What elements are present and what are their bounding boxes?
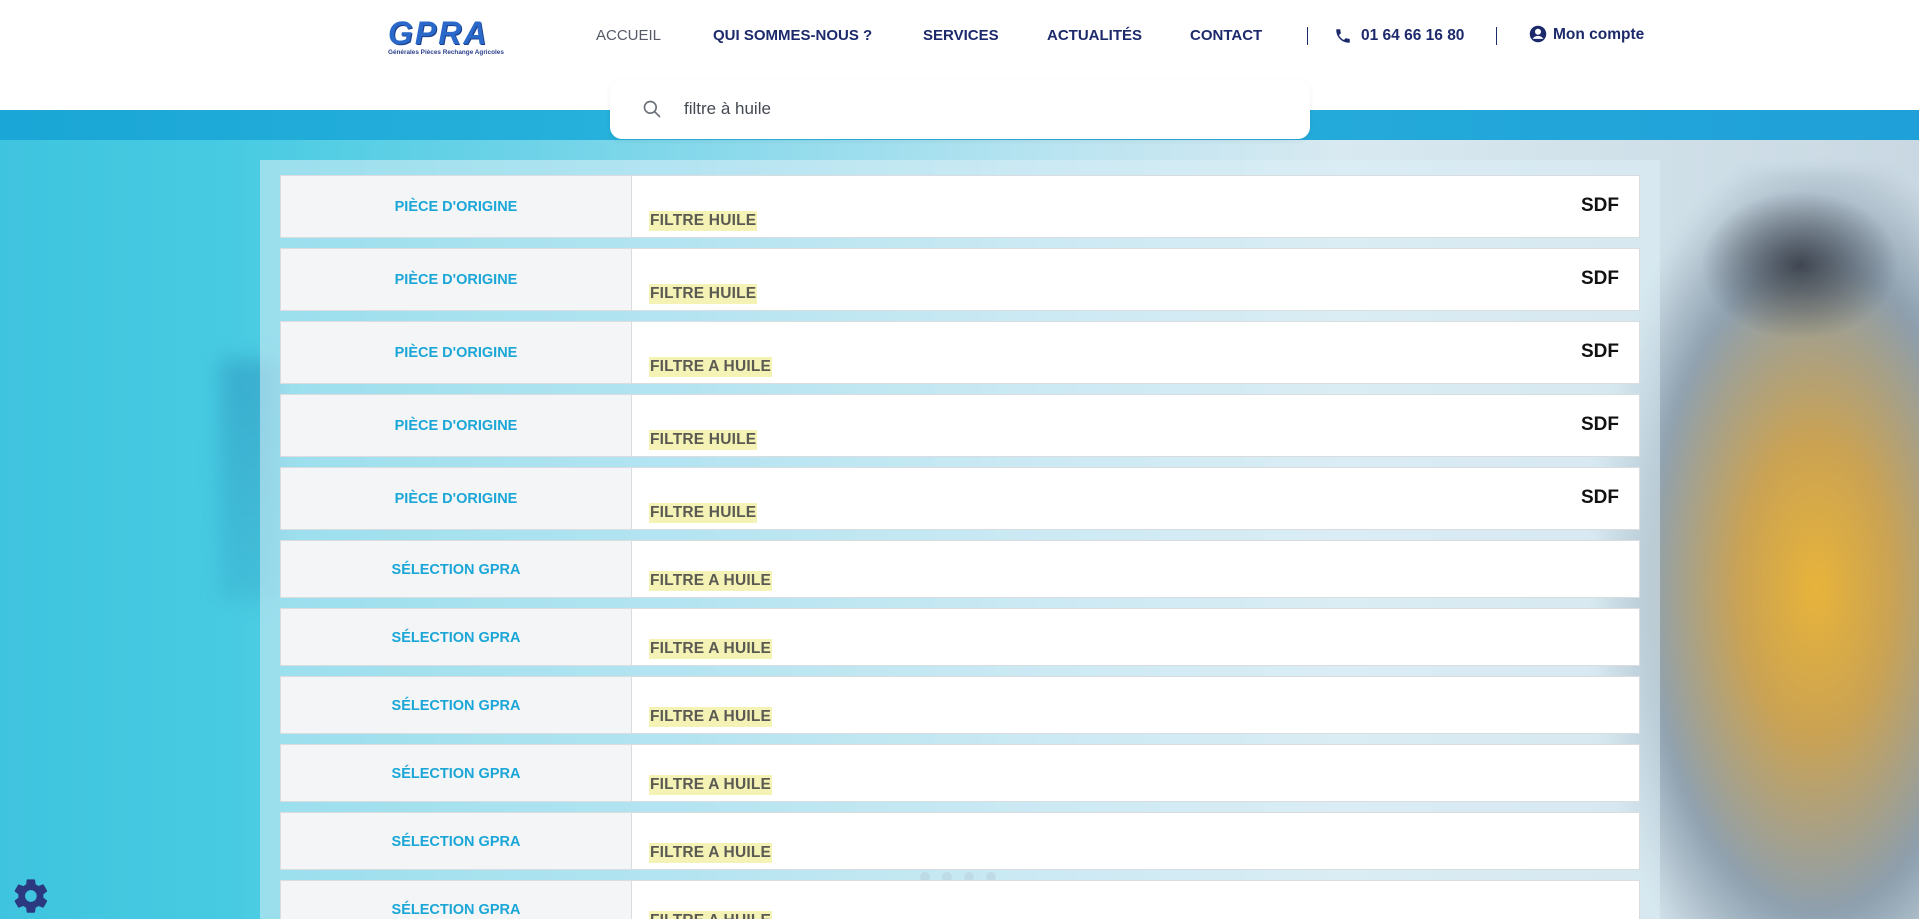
- nav-divider: [1496, 27, 1497, 45]
- result-category: PIÈCE D'ORIGINE: [281, 395, 632, 456]
- result-row[interactable]: PIÈCE D'ORIGINE FILTRE HUILE SDF: [280, 394, 1640, 457]
- result-title[interactable]: FILTRE HUILE: [649, 503, 758, 523]
- result-title[interactable]: FILTRE HUILE: [649, 284, 758, 304]
- result-title[interactable]: FILTRE A HUILE: [649, 707, 773, 727]
- nav-qui-sommes-nous[interactable]: QUI SOMMES-NOUS ?: [713, 24, 872, 48]
- result-brand: SDF: [1581, 341, 1619, 362]
- nav-accueil[interactable]: ACCUEIL: [596, 24, 661, 48]
- result-brand: SDF: [1581, 268, 1619, 289]
- search-bar: [610, 79, 1310, 139]
- result-category: SÉLECTION GPRA: [281, 677, 632, 733]
- result-category: PIÈCE D'ORIGINE: [281, 468, 632, 529]
- search-icon[interactable]: [642, 99, 662, 119]
- result-row[interactable]: SÉLECTION GPRA FILTRE A HUILE: [280, 812, 1640, 870]
- result-title[interactable]: FILTRE A HUILE: [649, 639, 773, 659]
- result-category: PIÈCE D'ORIGINE: [281, 322, 632, 383]
- result-title[interactable]: FILTRE A HUILE: [649, 571, 773, 591]
- result-title[interactable]: FILTRE A HUILE: [649, 911, 773, 919]
- gear-icon[interactable]: [11, 876, 51, 916]
- result-title[interactable]: FILTRE HUILE: [649, 211, 758, 231]
- result-category: SÉLECTION GPRA: [281, 813, 632, 869]
- result-category: PIÈCE D'ORIGINE: [281, 249, 632, 310]
- result-row[interactable]: PIÈCE D'ORIGINE FILTRE HUILE SDF: [280, 175, 1640, 238]
- nav-contact[interactable]: CONTACT: [1190, 24, 1262, 48]
- result-title[interactable]: FILTRE A HUILE: [649, 843, 773, 863]
- user-circle-icon: [1529, 25, 1547, 43]
- result-row[interactable]: SÉLECTION GPRA FILTRE A HUILE: [280, 608, 1640, 666]
- result-title[interactable]: FILTRE A HUILE: [649, 775, 773, 795]
- result-row[interactable]: SÉLECTION GPRA FILTRE A HUILE: [280, 540, 1640, 598]
- nav-services[interactable]: SERVICES: [923, 24, 999, 48]
- result-row[interactable]: SÉLECTION GPRA FILTRE A HUILE: [280, 744, 1640, 802]
- result-brand: SDF: [1581, 487, 1619, 508]
- search-results-panel: PIÈCE D'ORIGINE FILTRE HUILE SDF PIÈCE D'OR…: [260, 160, 1660, 919]
- result-row[interactable]: SÉLECTION GPRA FILTRE A HUILE: [280, 676, 1640, 734]
- result-title[interactable]: FILTRE HUILE: [649, 430, 758, 450]
- result-category: SÉLECTION GPRA: [281, 881, 632, 919]
- result-category: PIÈCE D'ORIGINE: [281, 176, 632, 237]
- my-account-link[interactable]: Mon compte: [1553, 23, 1644, 47]
- result-category: SÉLECTION GPRA: [281, 541, 632, 597]
- phone-number-link[interactable]: 01 64 66 16 80: [1361, 24, 1464, 48]
- nav-actualites[interactable]: ACTUALITÉS: [1047, 24, 1142, 48]
- result-row[interactable]: PIÈCE D'ORIGINE FILTRE HUILE SDF: [280, 467, 1640, 530]
- hero-blurred-bucket: [1700, 190, 1900, 340]
- nav-divider: [1307, 27, 1308, 45]
- result-brand: SDF: [1581, 414, 1619, 435]
- phone-icon: [1336, 29, 1350, 43]
- result-row[interactable]: PIÈCE D'ORIGINE FILTRE A HUILE SDF: [280, 321, 1640, 384]
- result-category: SÉLECTION GPRA: [281, 609, 632, 665]
- search-input[interactable]: [684, 94, 1284, 124]
- result-category: SÉLECTION GPRA: [281, 745, 632, 801]
- result-brand: SDF: [1581, 195, 1619, 216]
- result-row[interactable]: PIÈCE D'ORIGINE FILTRE HUILE SDF: [280, 248, 1640, 311]
- logo-tagline: Générales Pièces Rechange Agricoles: [388, 49, 504, 56]
- result-row[interactable]: SÉLECTION GPRA FILTRE A HUILE: [280, 880, 1640, 919]
- result-title[interactable]: FILTRE A HUILE: [649, 357, 773, 377]
